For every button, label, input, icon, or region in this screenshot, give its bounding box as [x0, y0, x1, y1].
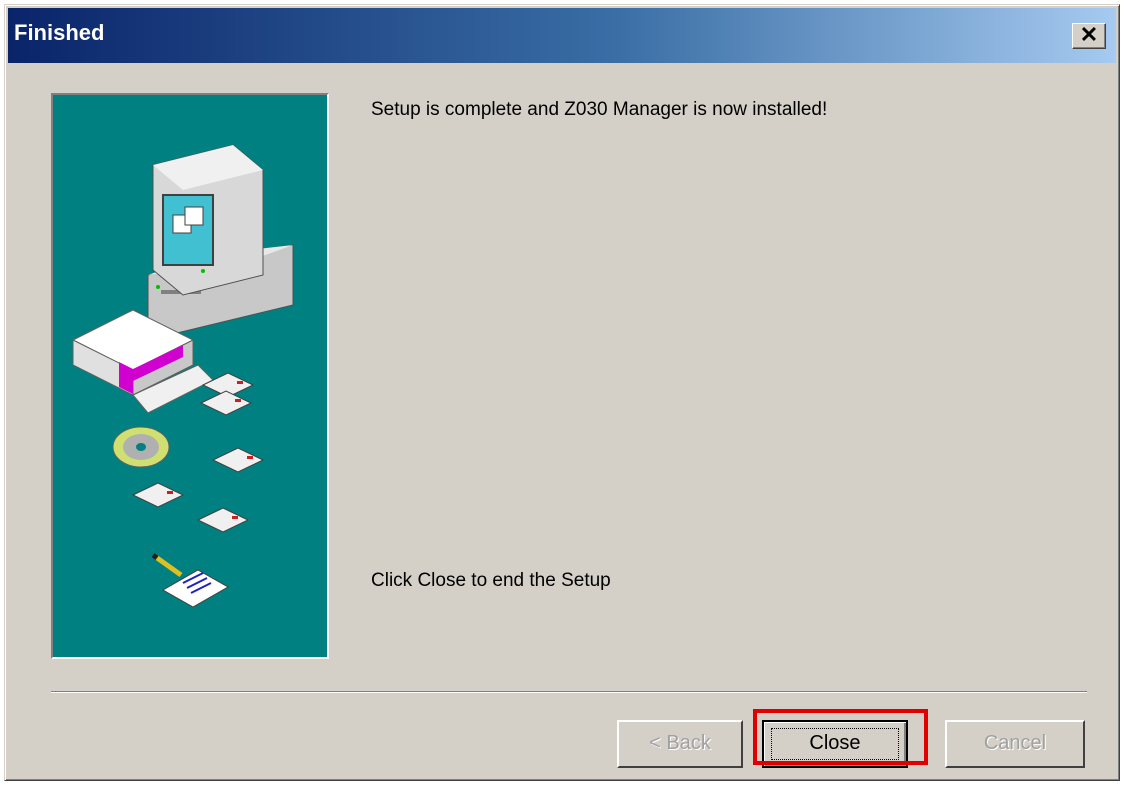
- window-title: Finished: [14, 20, 105, 45]
- completion-message: Setup is complete and Z030 Manager is no…: [371, 99, 828, 120]
- separator-line: [51, 691, 1087, 693]
- back-button-label: < Back: [649, 732, 711, 754]
- setup-illustration: [51, 93, 329, 659]
- setup-dialog: Finished ✕ Setup is complete and Z030 Ma…: [4, 4, 1120, 781]
- document-pen-icon: [151, 552, 230, 608]
- close-icon[interactable]: ✕: [1072, 23, 1106, 49]
- back-button[interactable]: < Back: [617, 720, 743, 768]
- focus-rectangle: [771, 728, 899, 760]
- cd-icon: [112, 426, 170, 468]
- instruction-message: Click Close to end the Setup: [371, 570, 611, 591]
- title-bar[interactable]: Finished ✕: [8, 8, 1116, 63]
- close-button[interactable]: Close: [762, 720, 908, 768]
- computer-icon: [147, 144, 294, 341]
- cancel-button[interactable]: Cancel: [945, 720, 1085, 768]
- cancel-button-label: Cancel: [983, 732, 1047, 754]
- setup-illustration-svg: [71, 144, 294, 608]
